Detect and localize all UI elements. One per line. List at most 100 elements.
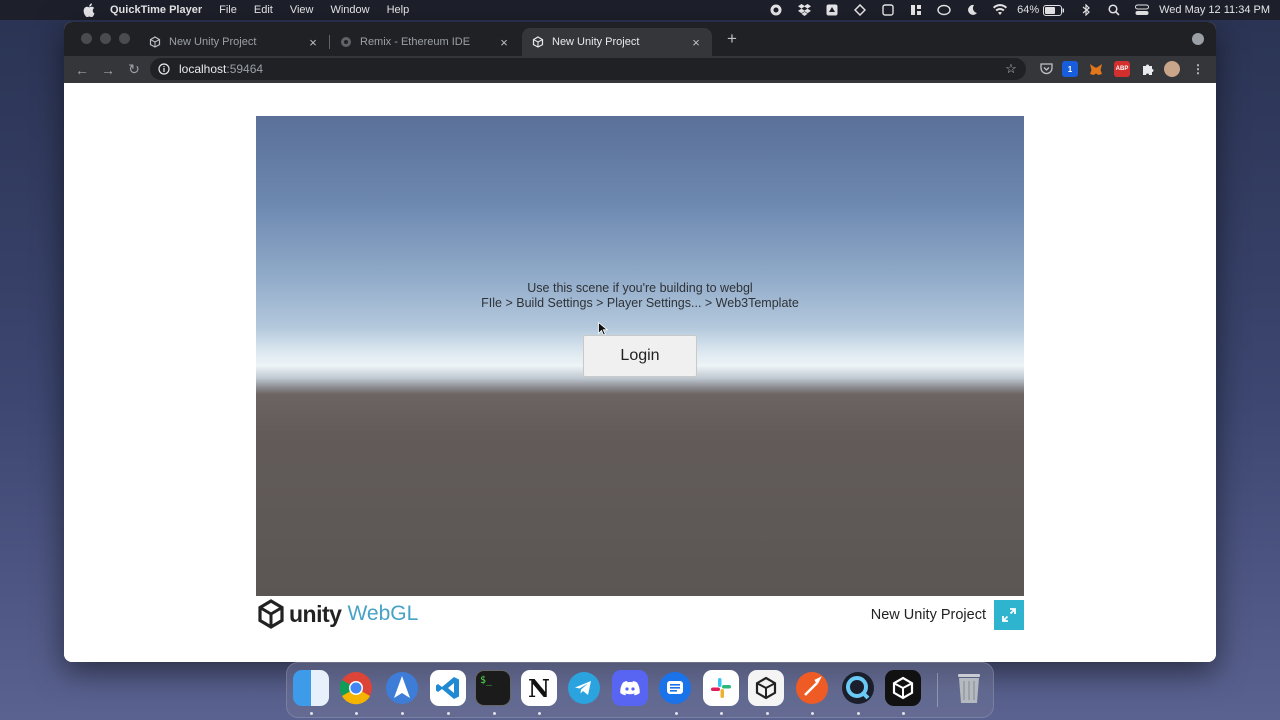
dock-running-indicator — [766, 712, 769, 715]
vpn-icon[interactable] — [937, 4, 951, 16]
tab-title: Remix - Ethereum IDE — [360, 36, 471, 48]
bitwarden-badge: 1 — [1067, 64, 1073, 74]
minimize-window-button[interactable] — [100, 33, 111, 44]
window-icon[interactable] — [881, 4, 895, 16]
tab-title: New Unity Project — [169, 36, 257, 48]
bluetooth-icon[interactable] — [1079, 4, 1093, 16]
terminal-icon[interactable]: $_ — [475, 670, 511, 706]
web-page: Use this scene if you're building to web… — [64, 83, 1216, 662]
control-center-icon[interactable] — [1135, 4, 1150, 16]
site-info-icon[interactable] — [158, 63, 170, 75]
moon-icon[interactable] — [965, 4, 979, 16]
telegram-icon[interactable] — [566, 670, 602, 706]
chrome-menu-icon[interactable]: ⋮ — [1190, 61, 1206, 77]
trash-icon[interactable] — [951, 670, 987, 706]
dock-running-indicator — [310, 712, 313, 715]
unity-wordmark: unity — [289, 600, 342, 627]
menu-view[interactable]: View — [290, 4, 314, 16]
dock-running-indicator — [493, 712, 496, 715]
dock-running-indicator — [811, 712, 814, 715]
tab-title: New Unity Project — [552, 36, 640, 48]
tab-close-icon[interactable]: × — [690, 35, 702, 50]
zoom-window-button[interactable] — [119, 33, 130, 44]
menu-help[interactable]: Help — [387, 4, 410, 16]
unity-icon — [532, 36, 544, 48]
mouse-cursor-icon — [598, 322, 608, 336]
discord-icon[interactable] — [612, 670, 648, 706]
messages-icon[interactable] — [657, 670, 693, 706]
wifi-icon[interactable] — [993, 4, 1008, 16]
back-arrow-icon[interactable]: ← — [74, 62, 90, 78]
dock-running-indicator — [401, 712, 404, 715]
unity-hub-icon[interactable] — [748, 670, 784, 706]
unity-cube-icon — [258, 599, 284, 629]
app-menu[interactable]: QuickTime Player — [110, 4, 202, 16]
dock-running-indicator — [902, 712, 905, 715]
vscode-icon[interactable] — [430, 670, 466, 706]
quicktime-icon[interactable] — [840, 670, 876, 706]
unity-editor-icon[interactable] — [885, 670, 921, 706]
menubar-clock[interactable]: Wed May 12 11:34 PM — [1159, 4, 1270, 16]
menu-bar: QuickTime Player File Edit View Window H… — [0, 0, 1280, 20]
tab-close-icon[interactable]: × — [498, 35, 510, 50]
metamask-icon[interactable] — [1088, 61, 1104, 77]
window-controls — [81, 33, 138, 44]
macos-dock: $_ N — [286, 662, 994, 718]
dock-running-indicator — [720, 712, 723, 715]
dock-running-indicator — [675, 712, 678, 715]
airmail-icon[interactable] — [384, 670, 420, 706]
expand-icon — [1002, 608, 1016, 622]
dock-running-indicator — [447, 712, 450, 715]
dropbox-icon[interactable] — [797, 4, 811, 16]
unity-webgl-logo: unity WebGL — [256, 599, 418, 629]
dock-running-indicator — [355, 712, 358, 715]
postman-icon[interactable] — [794, 670, 830, 706]
unity-game-canvas[interactable]: Use this scene if you're building to web… — [256, 116, 1024, 596]
new-tab-plus-icon[interactable]: + — [724, 30, 740, 47]
tab-new-unity-project-active[interactable]: New Unity Project × — [522, 28, 712, 56]
tab-search-icon[interactable] — [1192, 33, 1204, 45]
google-drive-icon[interactable] — [825, 4, 839, 16]
apple-menu-icon[interactable] — [82, 3, 96, 17]
spotlight-search-icon[interactable] — [1107, 4, 1121, 16]
login-button[interactable]: Login — [583, 335, 697, 377]
tab-remix-ethereum-ide[interactable]: Remix - Ethereum IDE × — [330, 28, 520, 56]
unity-footer: unity WebGL New Unity Project — [256, 596, 1024, 636]
reload-icon[interactable]: ↻ — [126, 61, 142, 78]
close-window-button[interactable] — [81, 33, 92, 44]
menu-file[interactable]: File — [219, 4, 237, 16]
fullscreen-button[interactable] — [994, 600, 1024, 630]
pocket-icon[interactable] — [1038, 61, 1054, 77]
puzzle-icon[interactable] — [1139, 61, 1155, 77]
dock-separator — [937, 673, 938, 707]
browser-window: New Unity Project × Remix - Ethereum IDE… — [64, 22, 1216, 662]
tab-new-unity-project-1[interactable]: New Unity Project × — [139, 28, 330, 56]
menu-window[interactable]: Window — [330, 4, 369, 16]
browser-toolbar: ← → ↻ localhost:59464 ☆ 1 ABP ⋮ — [64, 56, 1216, 83]
unity-icon — [149, 36, 161, 48]
battery-percent: 64% — [1017, 4, 1040, 16]
adblock-icon[interactable]: ABP — [1114, 61, 1130, 77]
battery-icon[interactable] — [1043, 4, 1065, 16]
url-host: localhost — [179, 62, 227, 76]
dock-running-indicator — [538, 712, 541, 715]
finder-icon[interactable] — [293, 670, 329, 706]
slack-icon[interactable] — [703, 670, 739, 706]
url-port: :59464 — [226, 62, 264, 76]
remix-icon — [340, 36, 352, 48]
project-title: New Unity Project — [870, 607, 986, 623]
grid-icon[interactable] — [909, 4, 923, 16]
bookmark-star-icon[interactable]: ☆ — [1004, 62, 1018, 76]
menu-edit[interactable]: Edit — [254, 4, 273, 16]
tab-close-icon[interactable]: × — [307, 35, 319, 50]
notion-icon[interactable]: N — [521, 670, 557, 706]
dock-running-indicator — [857, 712, 860, 715]
record-icon[interactable] — [769, 4, 783, 16]
forward-arrow-icon[interactable]: → — [100, 62, 116, 78]
chrome-icon[interactable] — [338, 670, 374, 706]
webgl-wordmark: WebGL — [347, 602, 419, 625]
bitwarden-icon[interactable]: 1 — [1062, 61, 1078, 77]
unity-status-icon[interactable] — [853, 4, 867, 16]
address-bar[interactable]: localhost:59464 ☆ — [150, 58, 1026, 80]
profile-avatar[interactable] — [1164, 61, 1180, 77]
